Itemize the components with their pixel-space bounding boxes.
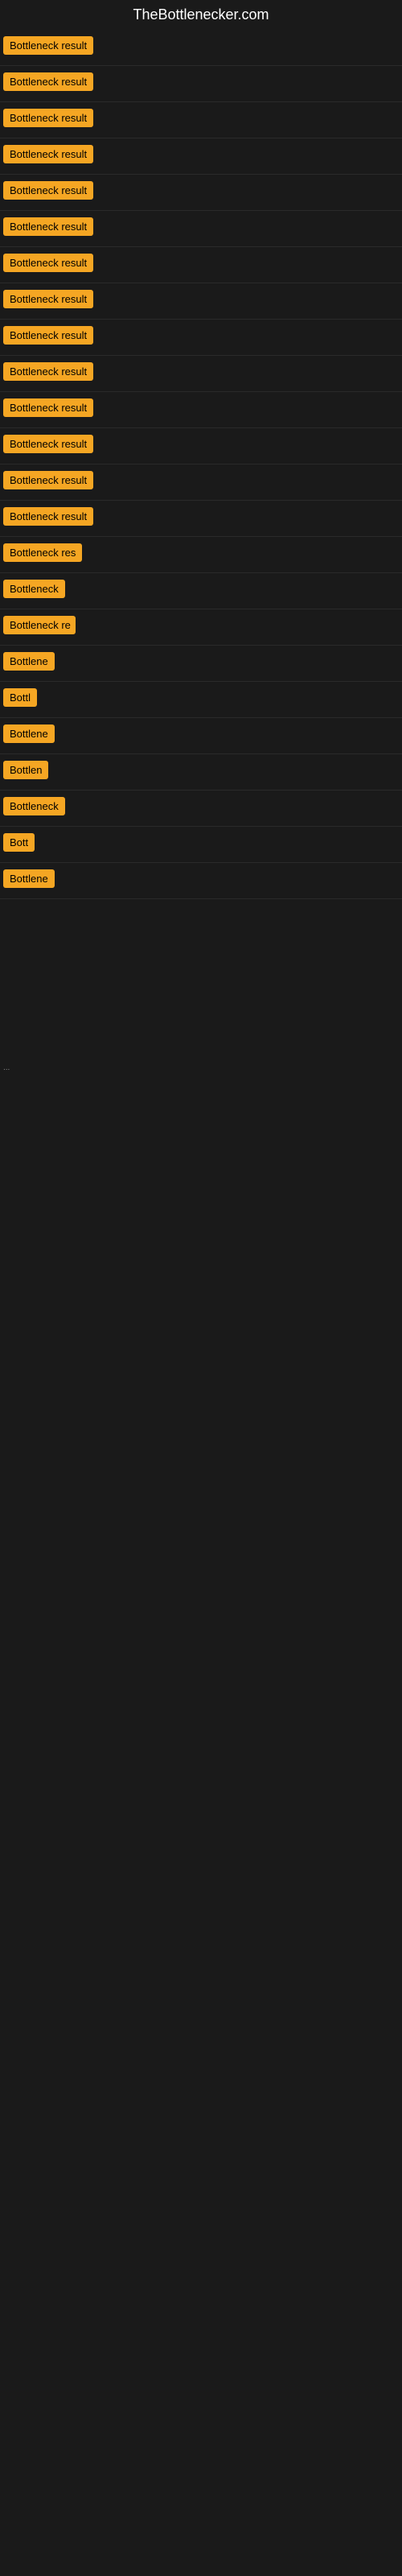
bottleneck-result-badge[interactable]: Bottleneck result	[3, 507, 93, 526]
list-item: Bottleneck result	[0, 392, 402, 428]
list-item: Bottleneck result	[0, 356, 402, 392]
list-item: Bottlen	[0, 754, 402, 791]
list-item: Bottlene	[0, 718, 402, 754]
list-item: Bottleneck	[0, 791, 402, 827]
list-item: Bottleneck result	[0, 247, 402, 283]
bottleneck-result-badge[interactable]: Bottleneck result	[3, 290, 93, 308]
bottleneck-result-badge[interactable]: Bottleneck	[3, 580, 65, 598]
list-item: Bottleneck result	[0, 66, 402, 102]
list-item: Bottleneck result	[0, 175, 402, 211]
list-item: Bott	[0, 827, 402, 863]
list-item: Bottleneck result	[0, 464, 402, 501]
bottleneck-result-badge[interactable]: Bottlene	[3, 652, 55, 671]
list-item: Bottlene	[0, 863, 402, 899]
bottleneck-result-badge[interactable]: Bottleneck result	[3, 471, 93, 489]
bottleneck-result-badge[interactable]: Bottlen	[3, 761, 48, 779]
list-item: Bottleneck result	[0, 102, 402, 138]
list-item: Bottleneck result	[0, 211, 402, 247]
list-item: Bottleneck result	[0, 428, 402, 464]
bottleneck-result-badge[interactable]: Bottl	[3, 688, 37, 707]
bottleneck-result-badge[interactable]: Bottleneck result	[3, 145, 93, 163]
bottleneck-result-badge[interactable]: Bottleneck result	[3, 217, 93, 236]
list-item: Bottleneck result	[0, 138, 402, 175]
list-item: Bottleneck	[0, 573, 402, 609]
bottleneck-result-badge[interactable]: Bottleneck res	[3, 543, 82, 562]
site-title: TheBottlenecker.com	[0, 0, 402, 30]
bottleneck-result-badge[interactable]: Bottleneck result	[3, 181, 93, 200]
list-item: Bottl	[0, 682, 402, 718]
bottleneck-result-badge[interactable]: Bottleneck result	[3, 435, 93, 453]
bottleneck-result-badge[interactable]: Bottleneck result	[3, 72, 93, 91]
bottleneck-result-badge[interactable]: Bott	[3, 833, 35, 852]
bottleneck-result-badge[interactable]: Bottlene	[3, 724, 55, 743]
list-item: Bottleneck result	[0, 320, 402, 356]
bottleneck-result-badge[interactable]: Bottleneck result	[3, 326, 93, 345]
bottleneck-result-badge[interactable]: Bottleneck re	[3, 616, 76, 634]
list-item: Bottleneck res	[0, 537, 402, 573]
bottleneck-result-badge[interactable]: Bottleneck result	[3, 398, 93, 417]
dots-indicator: ...	[0, 1060, 402, 1075]
bottleneck-result-badge[interactable]: Bottleneck result	[3, 109, 93, 127]
bottleneck-result-badge[interactable]: Bottleneck result	[3, 254, 93, 272]
spacer	[0, 899, 402, 1060]
bottom-spacer	[0, 1075, 402, 1558]
bottleneck-result-badge[interactable]: Bottlene	[3, 869, 55, 888]
bottleneck-result-badge[interactable]: Bottleneck	[3, 797, 65, 815]
list-item: Bottleneck result	[0, 30, 402, 66]
list-item: Bottlene	[0, 646, 402, 682]
bottleneck-result-badge[interactable]: Bottleneck result	[3, 362, 93, 381]
list-item: Bottleneck result	[0, 283, 402, 320]
list-item: Bottleneck re	[0, 609, 402, 646]
list-item: Bottleneck result	[0, 501, 402, 537]
bottleneck-result-badge[interactable]: Bottleneck result	[3, 36, 93, 55]
